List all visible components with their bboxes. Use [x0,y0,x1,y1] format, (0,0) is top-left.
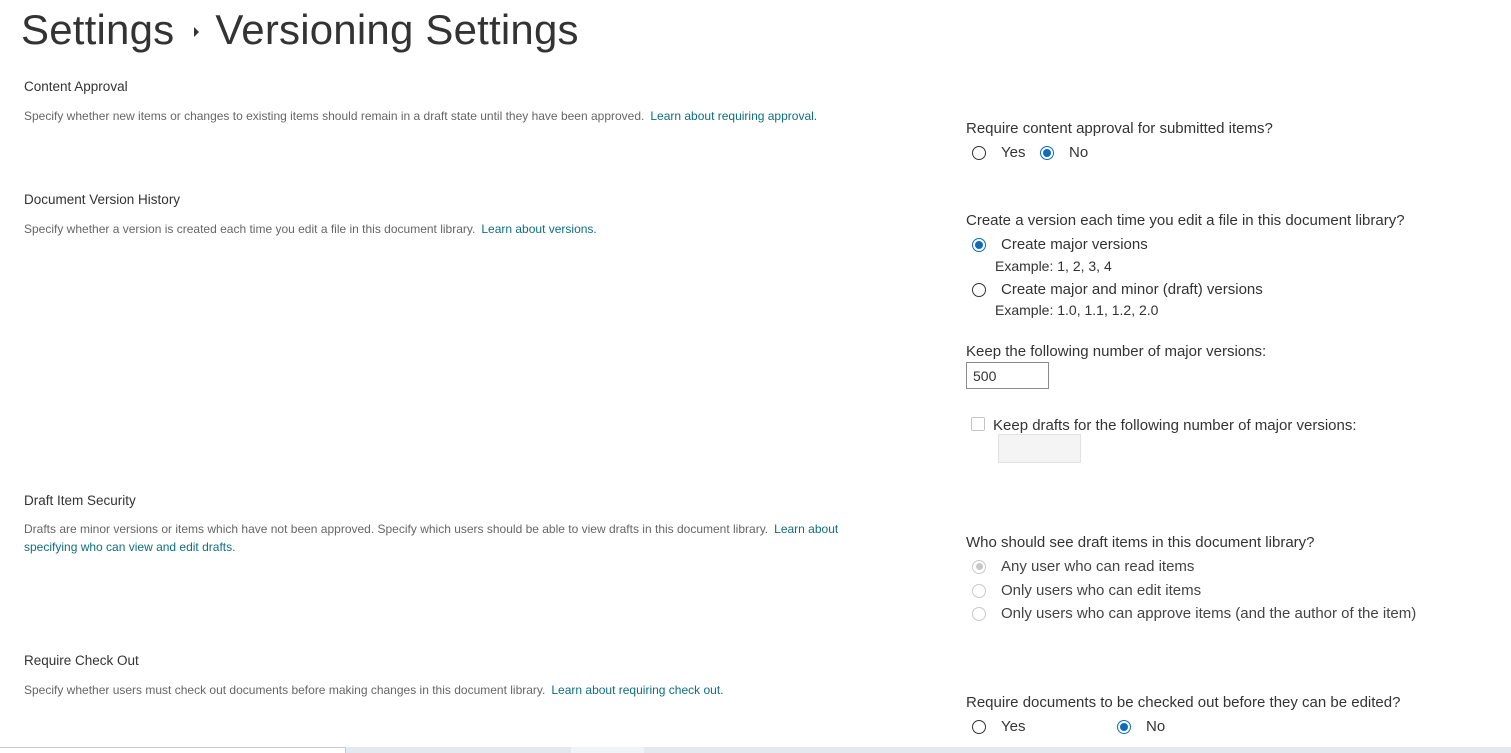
learn-check-out-link[interactable]: Learn about requiring check out. [551,683,723,697]
bottom-footer-strip [0,747,1511,753]
radio-unchecked-icon[interactable] [972,282,986,297]
content-approval-yes-radio[interactable]: Yes [972,144,1025,161]
version-history-heading: Document Version History [24,192,181,207]
draft-security-description: Drafts are minor versions or items which… [24,522,839,554]
keep-drafts-label: Keep drafts for the following number of … [993,417,1357,434]
draft-security-question: Who should see draft items in this docum… [966,534,1315,551]
learn-versions-link[interactable]: Learn about versions. [481,222,596,236]
radio-unchecked-icon[interactable] [972,145,986,160]
footer-segment [571,747,644,753]
breadcrumb-separator-icon [194,27,200,37]
radio-unchecked-icon[interactable] [972,719,986,734]
keep-drafts-checkbox[interactable] [971,417,985,431]
draft-read-users-radio: Any user who can read items [972,558,1194,575]
content-approval-question: Require content approval for submitted i… [966,120,1273,137]
footer-tab [0,747,346,753]
check-out-no-radio[interactable]: No [1117,718,1165,735]
check-out-yes-radio[interactable]: Yes [972,718,1025,735]
major-versions-limit-label: Keep the following number of major versi… [966,343,1267,360]
content-approval-heading: Content Approval [24,79,128,94]
major-versions-example: Example: 1, 2, 3, 4 [995,258,1112,274]
version-history-question: Create a version each time you edit a fi… [966,212,1405,229]
radio-checked-icon[interactable] [1040,145,1054,160]
draft-edit-users-radio: Only users who can edit items [972,582,1201,599]
draft-security-heading: Draft Item Security [24,493,136,508]
check-out-heading: Require Check Out [24,653,139,668]
content-approval-no-radio[interactable]: No [1040,144,1088,161]
major-minor-versions-radio[interactable]: Create major and minor (draft) versions [972,281,1263,298]
draft-approve-users-radio: Only users who can approve items (and th… [972,605,1416,622]
major-minor-versions-example: Example: 1.0, 1.1, 1.2, 2.0 [995,302,1159,318]
radio-unchecked-disabled-icon [972,606,986,621]
major-versions-radio[interactable]: Create major versions [972,236,1148,253]
breadcrumb-settings-link[interactable]: Settings [21,6,174,54]
check-out-question: Require documents to be checked out befo… [966,694,1401,711]
learn-approval-link[interactable]: Learn about requiring approval. [650,109,817,123]
radio-checked-icon[interactable] [972,237,986,252]
version-history-description: Specify whether a version is created eac… [24,222,597,236]
radio-checked-disabled-icon [972,559,986,574]
content-approval-description: Specify whether new items or changes to … [24,109,818,123]
page-title-text: Versioning Settings [215,6,579,53]
check-out-description: Specify whether users must check out doc… [24,683,724,697]
page-title: Settings Versioning Settings [21,4,579,56]
radio-unchecked-disabled-icon [972,583,986,598]
keep-drafts-input [998,434,1081,463]
major-versions-limit-input[interactable] [966,362,1049,389]
radio-checked-icon[interactable] [1117,719,1131,734]
